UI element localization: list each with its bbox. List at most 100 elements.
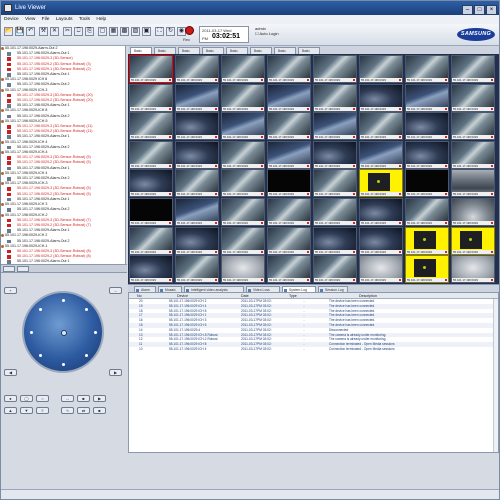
tab-layout[interactable]: Basic Layout xyxy=(250,47,272,59)
camera-tile[interactable]: 55.101.17.196:0029 xyxy=(313,255,357,284)
menu-file[interactable]: File xyxy=(42,17,50,22)
camera-tile[interactable]: 55.101.17.196:0029 xyxy=(405,83,449,112)
ptz-downright-icon[interactable] xyxy=(85,354,88,357)
camera-tile[interactable]: 55.101.17.196:0029 xyxy=(313,112,357,141)
camera-tile[interactable]: 55.101.17.196:0029 xyxy=(451,55,495,83)
camera-tile[interactable]: 55.101.17.196:0029 xyxy=(405,198,449,226)
camera-tile[interactable]: 55.101.17.196:0029 xyxy=(221,112,265,141)
camera-tile[interactable]: 55.101.17.196:0029 xyxy=(175,255,219,284)
menu-layouts[interactable]: Layouts xyxy=(56,17,73,22)
iris-close-button[interactable]: ○ xyxy=(36,395,49,402)
tab-layout[interactable]: Basic Layout xyxy=(130,47,152,59)
camera-tile[interactable]: 55.101.17.196:0029 xyxy=(359,169,403,198)
camera-tile[interactable]: 55.101.17.196:0029 xyxy=(359,226,403,255)
camera-tile[interactable]: 55.101.17.196:0029 xyxy=(451,169,495,198)
camera-tile[interactable]: 55.101.17.196:0029 xyxy=(267,112,311,141)
swing-button[interactable]: ↔ xyxy=(61,395,74,402)
camera-tile[interactable]: 55.101.17.196:0029 xyxy=(405,112,449,141)
save-icon[interactable]: 💾 xyxy=(15,27,24,36)
tools-icon[interactable]: ⚒ xyxy=(39,27,48,36)
ptz-downleft-icon[interactable] xyxy=(39,354,42,357)
ptz-right-icon[interactable] xyxy=(94,331,97,334)
record-button[interactable] xyxy=(185,26,194,35)
camera-tile[interactable]: 55.101.17.196:0029 xyxy=(359,112,403,141)
layout2x2-icon[interactable]: ▦ xyxy=(109,27,118,36)
camera-tile[interactable]: 55.101.17.196:0029 xyxy=(221,226,265,255)
menu-help[interactable]: Help xyxy=(96,17,106,22)
focus-near-button[interactable]: ◀ xyxy=(4,369,17,376)
ptz-up-icon[interactable] xyxy=(62,299,65,302)
aux-on-button[interactable]: ▲ xyxy=(4,407,17,414)
camera-tile[interactable]: 55.101.17.196:0029 xyxy=(451,112,495,141)
camera-tile[interactable]: 55.101.17.196:0029 xyxy=(221,255,265,284)
camera-tile[interactable]: 55.101.17.196:0029 xyxy=(267,55,311,83)
camera-tile[interactable]: 55.101.17.196:0029 xyxy=(267,140,311,169)
event-scrollbar[interactable] xyxy=(493,299,498,452)
camera-tile[interactable]: 55.101.17.196:0029 xyxy=(175,55,219,83)
layout1x1-icon[interactable]: ▢ xyxy=(98,27,107,36)
camera-tile[interactable]: 55.101.17.196:0029 xyxy=(405,169,449,198)
camera-tile[interactable]: 55.101.17.196:0029 xyxy=(267,169,311,198)
cut-icon[interactable]: ✂ xyxy=(63,27,72,36)
camera-tile[interactable]: 55.101.17.196:0029 xyxy=(221,55,265,83)
ptz-left-icon[interactable] xyxy=(30,331,33,334)
camera-tile[interactable]: 55.101.17.196:0029 xyxy=(313,169,357,198)
sequence-icon[interactable]: ↻ xyxy=(166,27,175,36)
camera-tile[interactable]: 55.101.17.196:0029 xyxy=(267,198,311,226)
camera-tile[interactable]: 55.101.17.196:0029 xyxy=(451,198,495,226)
focus-far-button[interactable]: ▶ xyxy=(109,369,122,376)
camera-tile[interactable]: 55.101.17.196:0029 xyxy=(405,226,449,255)
tab-layout[interactable]: Basic Layout xyxy=(202,47,224,59)
ptz-upleft-icon[interactable] xyxy=(39,308,42,311)
stop-button[interactable]: ■ xyxy=(93,407,106,414)
close-window-button[interactable]: × xyxy=(486,5,497,15)
camera-tile[interactable]: 55.101.17.196:0029 xyxy=(221,140,265,169)
copy-icon[interactable]: ⎕ xyxy=(74,27,83,36)
camera-tile[interactable]: 55.101.17.196:0029 xyxy=(175,169,219,198)
paste-icon[interactable]: ⎘ xyxy=(85,27,94,36)
menu-view[interactable]: View xyxy=(25,17,35,22)
tab-layout[interactable]: Basic Layout xyxy=(226,47,248,59)
menu-tools[interactable]: Tools xyxy=(79,17,90,22)
auto-login-checkbox[interactable]: ☐ Auto Login xyxy=(255,31,295,36)
camera-tile[interactable]: 55.101.17.196:0029 xyxy=(451,83,495,112)
tab-layout[interactable]: Basic Layout xyxy=(274,47,296,59)
camera-tile[interactable]: 55.101.17.196:0029 xyxy=(129,255,173,284)
zoom-out-button[interactable]: – xyxy=(109,287,122,294)
camera-tile[interactable]: 55.101.17.196:0029 xyxy=(359,255,403,284)
camera-tile[interactable]: 55.101.17.196:0029 xyxy=(405,55,449,83)
zoom-in-button[interactable]: + xyxy=(4,287,17,294)
camera-tile[interactable]: 55.101.17.196:0029 xyxy=(267,255,311,284)
ptz-tab[interactable] xyxy=(3,266,15,272)
camera-tile[interactable]: 55.101.17.196:0029 xyxy=(175,198,219,226)
camera-tile[interactable]: 55.101.17.196:0029 xyxy=(129,198,173,226)
tab-layout[interactable]: Basic Layout xyxy=(298,47,320,59)
camera-tile[interactable]: 55.101.17.196:0029 xyxy=(451,255,495,284)
favorites-tab[interactable] xyxy=(17,266,29,272)
camera-tile[interactable]: 55.101.17.196:0029 xyxy=(451,226,495,255)
tab-layout[interactable]: Basic Layout xyxy=(178,47,200,59)
undo-icon[interactable]: ↶ xyxy=(26,27,35,36)
camera-tile[interactable]: 55.101.17.196:0029 xyxy=(129,83,173,112)
camera-tile[interactable]: 55.101.17.196:0029 xyxy=(221,169,265,198)
camera-tile[interactable]: 55.101.17.196:0029 xyxy=(221,198,265,226)
camera-tile[interactable]: 55.101.17.196:0029 xyxy=(129,169,173,198)
camera-tile[interactable]: 55.101.17.196:0029 xyxy=(359,198,403,226)
camera-tile[interactable]: 55.101.17.196:0029 xyxy=(359,140,403,169)
minimize-button[interactable]: – xyxy=(462,5,473,15)
table-row[interactable]: 10 55.101.17.196:0029 ICH 4 2011-03-17PM 0… xyxy=(129,347,498,352)
camera-tile[interactable]: 55.101.17.196:0029 xyxy=(129,55,173,83)
camera-tile[interactable]: 55.101.17.196:0029 xyxy=(313,226,357,255)
camera-tile[interactable]: 55.101.17.196:0029 xyxy=(175,83,219,112)
camera-tile[interactable]: 55.101.17.196:0029 xyxy=(175,112,219,141)
ptz-down-icon[interactable] xyxy=(62,363,65,366)
scan-button[interactable]: ⇄ xyxy=(77,407,90,414)
camera-tile[interactable]: 55.101.17.196:0029 xyxy=(129,112,173,141)
menu-ptz-button[interactable]: ≡ xyxy=(36,407,49,414)
tab-layout[interactable]: Basic Layout xyxy=(154,47,176,59)
camera-tile[interactable]: 55.101.17.196:0029 xyxy=(313,198,357,226)
tour-button[interactable]: ▶ xyxy=(93,395,106,402)
open-icon[interactable]: 📂 xyxy=(4,27,13,36)
menu-device[interactable]: Device xyxy=(4,17,19,22)
close-icon[interactable]: ✕ xyxy=(50,27,59,36)
